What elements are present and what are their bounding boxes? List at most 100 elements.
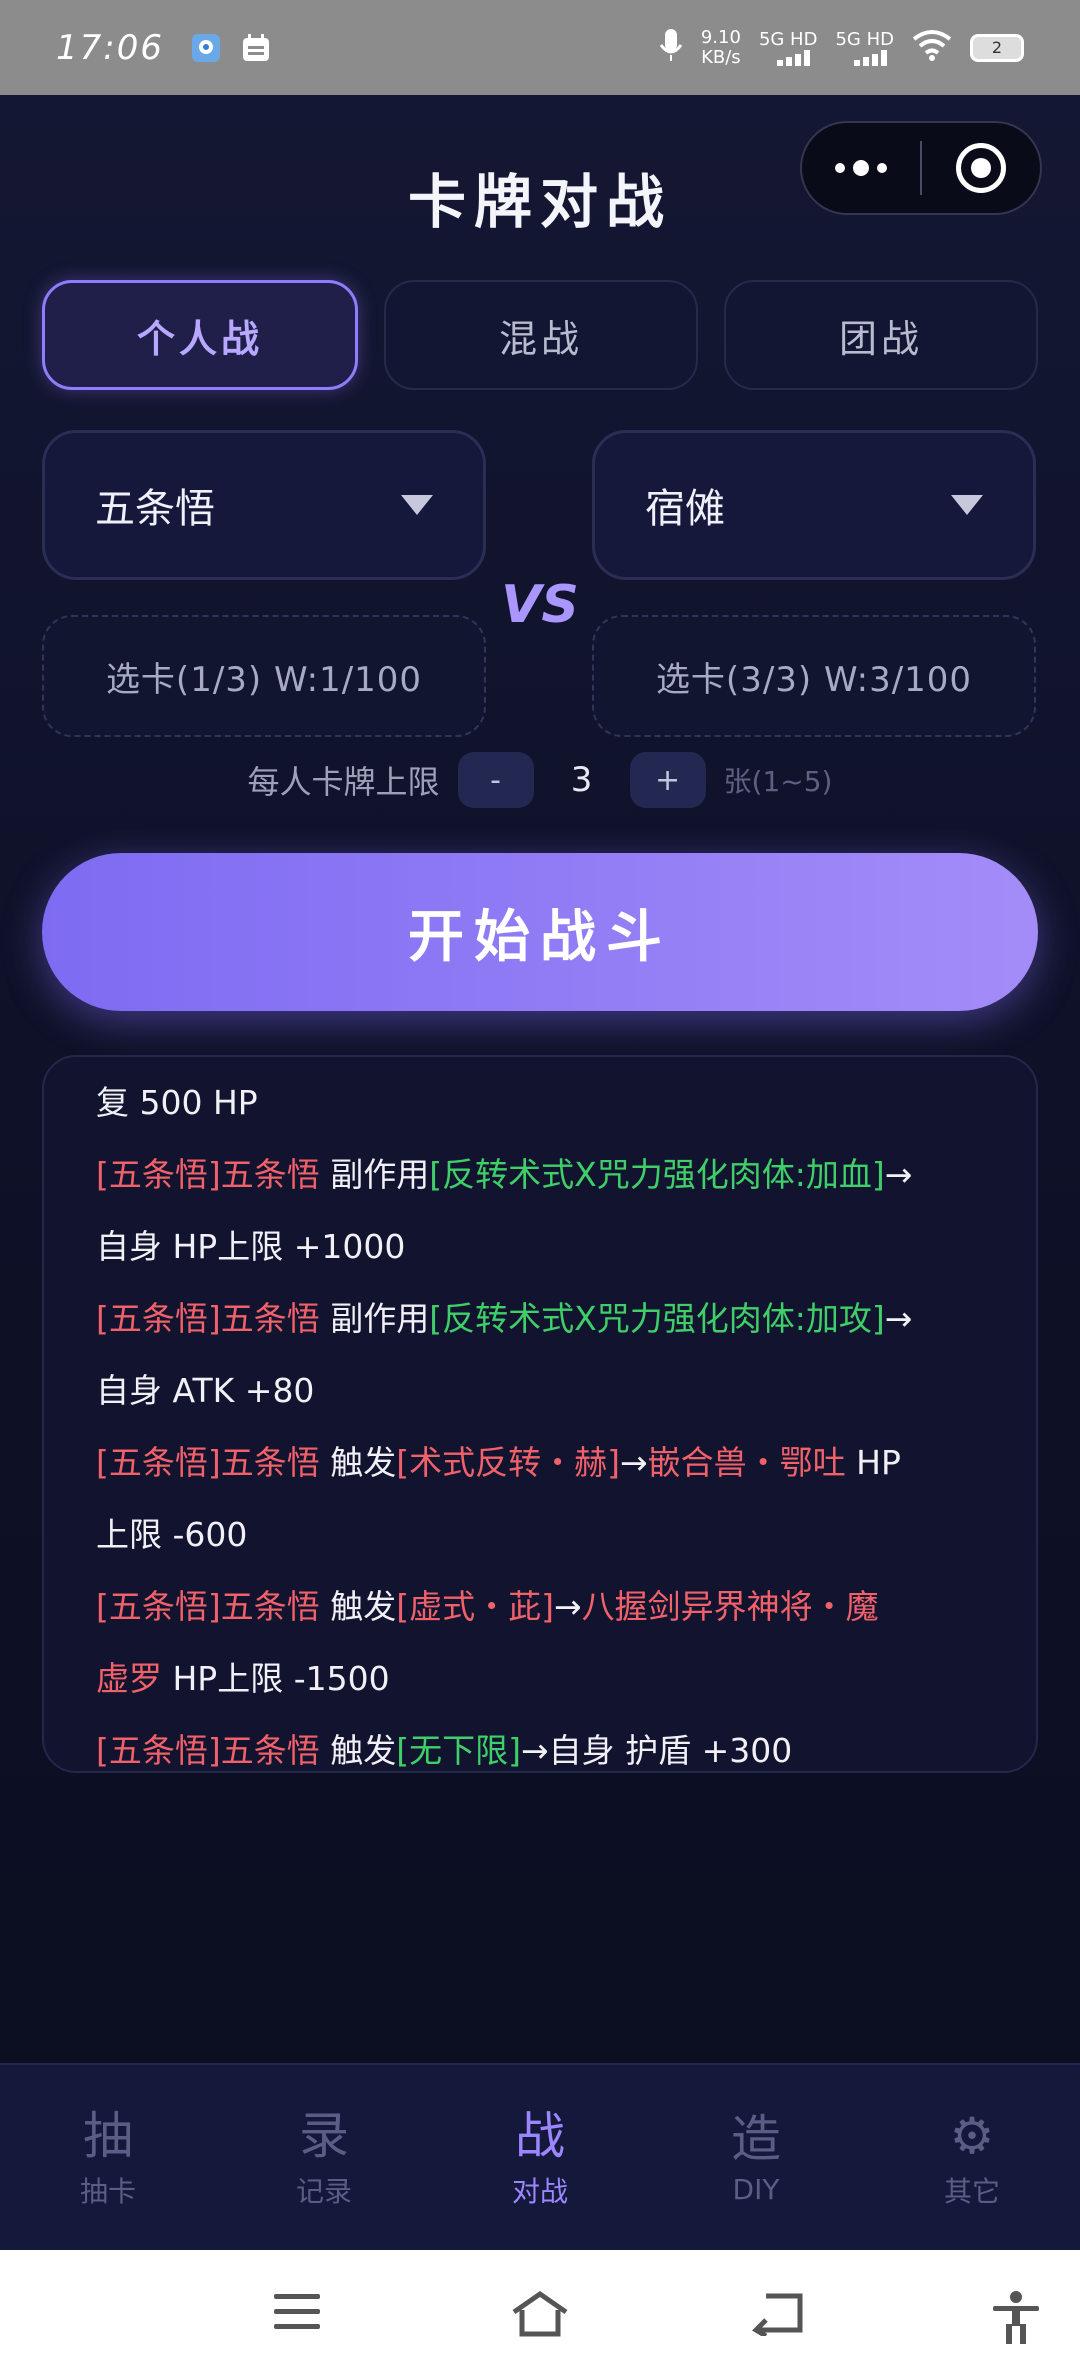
tab-team[interactable]: 团战 <box>724 280 1038 390</box>
log-segment: HP <box>845 1443 901 1482</box>
nav-draw[interactable]: 抽 抽卡 <box>0 2065 216 2250</box>
log-segment: 触发 <box>319 1731 397 1770</box>
card-limit-label: 每人卡牌上限 <box>247 763 440 801</box>
log-line: 自身 HP上限 +1000 <box>96 1211 984 1283</box>
log-segment: 副作用 <box>319 1299 430 1338</box>
nav-diy-label: DIY <box>732 2173 780 2206</box>
more-dots-icon <box>835 160 887 176</box>
draw-icon: 抽 <box>83 2106 133 2165</box>
log-segment: HP上限 -1500 <box>162 1659 390 1698</box>
mini-program-capsule <box>800 121 1042 215</box>
right-pick-cards-button[interactable]: 选卡(3/3) W:3/100 <box>592 615 1036 737</box>
mic-icon <box>659 27 683 69</box>
accessibility-icon[interactable] <box>990 2290 1042 2348</box>
log-segment: [五条悟]五条悟 <box>96 1299 320 1338</box>
log-line: [五条悟]五条悟 触发[术式反转・赫]→嵌合兽・鄂吐 HP <box>96 1427 984 1499</box>
tab-melee[interactable]: 混战 <box>384 280 698 390</box>
log-segment: [无下限] <box>396 1731 521 1770</box>
log-line: 上限 -600 <box>96 1499 984 1571</box>
sim1-signal: 5G HD <box>758 28 818 66</box>
left-fighter-name: 五条悟 <box>95 486 215 532</box>
sim2-signal: 5G HD <box>835 28 894 66</box>
nav-battle-label: 对战 <box>511 2174 568 2208</box>
gallery-icon <box>188 30 224 66</box>
net-speed-value: 9.10 <box>700 26 741 48</box>
log-segment: 嵌合兽・鄂吐 <box>647 1443 846 1482</box>
log-line: 复 500 HP <box>96 1067 984 1139</box>
log-segment: 副作用 <box>319 1155 430 1194</box>
log-segment: → <box>554 1587 582 1626</box>
log-segment: → <box>620 1443 648 1482</box>
wifi-icon <box>912 29 952 67</box>
net-speed-unit: KB/s <box>701 46 741 68</box>
calendar-icon <box>238 30 274 66</box>
log-segment: 触发 <box>319 1587 397 1626</box>
home-icon[interactable] <box>510 2290 570 2342</box>
right-fighter-name: 宿傩 <box>645 486 725 532</box>
log-segment: [五条悟]五条悟 <box>96 1155 320 1194</box>
nav-other[interactable]: ⚙ 其它 <box>864 2065 1080 2250</box>
card-limit-value: 3 <box>570 760 593 800</box>
mode-tabs: 个人战 混战 团战 <box>42 280 1038 390</box>
close-mini-program-button[interactable] <box>922 123 1040 213</box>
log-line: [五条悟]五条悟 触发[无下限]→自身 护盾 +300 <box>96 1715 984 1771</box>
sim2-label: 5G HD <box>835 28 894 50</box>
nav-other-label: 其它 <box>943 2174 1000 2208</box>
card-limit-increment[interactable]: + <box>629 752 706 808</box>
nav-records-label: 记录 <box>295 2174 352 2208</box>
card-limit-row: 每人卡牌上限 - 3 + 张(1~5) <box>0 750 1080 810</box>
battle-icon: 战 <box>515 2106 565 2165</box>
tab-solo[interactable]: 个人战 <box>42 280 358 390</box>
log-segment: 自身 HP上限 +1000 <box>96 1227 406 1266</box>
log-segment: 虚罗 <box>96 1659 162 1698</box>
log-segment: [虚式・茈] <box>396 1587 554 1626</box>
log-segment: 自身 ATK +80 <box>96 1371 315 1410</box>
log-segment: → <box>884 1299 913 1338</box>
log-segment: → <box>884 1155 913 1194</box>
log-segment: 复 500 HP <box>96 1083 258 1122</box>
diy-icon: 造 <box>731 2110 781 2168</box>
right-fighter-select[interactable]: 宿傩 <box>592 430 1036 580</box>
log-segment: 上限 -600 <box>96 1515 248 1554</box>
nav-battle[interactable]: 战 对战 <box>432 2065 648 2250</box>
start-battle-button[interactable]: 开始战斗 <box>42 853 1038 1011</box>
log-segment: [五条悟]五条悟 <box>96 1731 320 1770</box>
sim1-label: 5G HD <box>758 28 818 50</box>
back-icon[interactable] <box>751 2290 806 2340</box>
left-pick-cards-button[interactable]: 选卡(1/3) W:1/100 <box>42 615 486 737</box>
card-limit-hint: 张(1~5) <box>723 765 833 798</box>
nav-records[interactable]: 录 记录 <box>216 2065 432 2250</box>
log-line: 自身 ATK +80 <box>96 1355 984 1427</box>
log-segment: [反转术式X咒力强化肉体:加攻] <box>429 1299 885 1338</box>
left-fighter-select[interactable]: 五条悟 <box>42 430 486 580</box>
log-segment: [五条悟]五条悟 <box>96 1443 320 1482</box>
target-icon <box>956 143 1006 193</box>
gear-icon: ⚙ <box>949 2106 995 2165</box>
log-line: [五条悟]五条悟 副作用[反转术式X咒力强化肉体:加攻]→ <box>96 1283 984 1355</box>
bottom-nav: 抽 抽卡 录 记录 战 对战 造 DIY ⚙ 其它 <box>0 2063 1080 2250</box>
net-speed: 9.10 KB/s <box>700 26 741 68</box>
menu-icon[interactable] <box>272 2290 322 2338</box>
log-segment: 触发 <box>319 1443 397 1482</box>
log-line: [五条悟]五条悟 触发[虚式・茈]→八握剑异界神将・魔 <box>96 1571 984 1643</box>
system-nav-bar <box>0 2250 1080 2376</box>
log-line: [五条悟]五条悟 副作用[反转术式X咒力强化肉体:加血]→ <box>96 1139 984 1211</box>
log-segment: [五条悟]五条悟 <box>96 1587 320 1626</box>
caret-down-icon <box>401 495 433 515</box>
more-button[interactable] <box>802 123 920 213</box>
card-limit-decrement[interactable]: - <box>457 752 534 808</box>
caret-down-icon <box>951 495 983 515</box>
battery-level: 2 <box>991 38 1003 57</box>
nav-diy[interactable]: 造 DIY <box>648 2065 864 2250</box>
log-segment: 八握剑异界神将・魔 <box>581 1587 879 1626</box>
status-time: 17:06 <box>56 27 164 68</box>
log-line: 虚罗 HP上限 -1500 <box>96 1643 984 1715</box>
log-segment: [反转术式X咒力强化肉体:加血] <box>429 1155 885 1194</box>
status-bar: 17:06 9.10 KB/s 5G HD 5G HD 2 <box>0 0 1080 95</box>
battery-icon: 2 <box>970 33 1024 62</box>
nav-draw-label: 抽卡 <box>79 2174 136 2208</box>
records-icon: 录 <box>299 2106 349 2165</box>
log-segment: [术式反转・赫] <box>396 1443 620 1482</box>
app-screen: 卡牌对战 个人战 混战 团战 五条悟 宿傩 VS 选卡(1/3) W:1/100… <box>0 95 1080 2250</box>
battle-log[interactable]: 复 500 HP [五条悟]五条悟 副作用[反转术式X咒力强化肉体:加血]→ 自身 … <box>42 1055 1038 1773</box>
